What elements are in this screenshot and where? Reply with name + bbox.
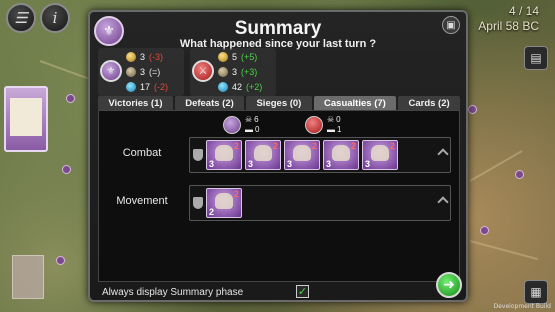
stat-stone: 3 (=) [126,65,160,79]
stone-icon [218,67,228,77]
minus-icon: ▬ [245,125,253,134]
casualties-panel: ☠ 6 ▬ 0 ☠ 0 ▬ 1 Combat 3 2 3 2 3 2 3 2 3… [98,110,460,282]
always-display-label: Always display Summary phase [102,286,244,298]
side-card[interactable] [4,86,48,152]
unit-card[interactable]: 2 2 [206,188,242,218]
skull-icon [332,145,350,161]
minus-icon: ▬ [327,125,335,134]
player-2-emblem-icon [305,116,323,134]
summary-tabs: Victories (1) Defeats (2) Sieges (0) Cas… [98,96,461,110]
tab-victories[interactable]: Victories (1) [98,96,173,110]
arrow-right-icon: ➜ [443,277,455,293]
journal-button[interactable]: ▤ [524,46,548,70]
combat-label: Combat [122,147,162,159]
skull-icon [371,145,389,161]
always-display-checkbox[interactable]: ✓ [296,285,309,298]
game-date: April 58 BC [478,19,539,33]
unit-card[interactable]: 3 2 [323,140,359,170]
map-city-marker[interactable] [468,105,477,114]
skull-icon [293,145,311,161]
info-icon: i [52,9,58,27]
stat-stone: 3 (+3) [218,65,257,79]
turn-counter: 4 / 14 [508,4,539,18]
tab-defeats[interactable]: Defeats (2) [174,96,245,110]
development-build-button[interactable]: ▦ [524,280,548,304]
unit-figure-icon [215,193,233,209]
tab-cards[interactable]: Cards (2) [398,96,461,110]
stat-gold: 5 (+5) [218,50,257,64]
skull-icon: ☠ [327,115,335,124]
map-city-marker[interactable] [480,226,489,235]
development-build-label: Development Build [493,303,551,310]
side-card-thumbnail[interactable] [12,255,44,299]
stat-blue: 17 (-2) [126,80,168,94]
unit-card[interactable]: 3 2 [362,140,398,170]
skull-icon [254,145,272,161]
shield-icon [193,149,203,161]
killed-count: 0 [336,115,341,124]
shield-icon [193,197,203,209]
stat-blue: 42 (+2) [218,80,262,94]
map-city-marker[interactable] [515,170,524,179]
lost-count: 0 [255,125,260,134]
skull-icon: ☠ [245,115,253,124]
journal-icon: ▤ [530,51,542,65]
lost-count: 1 [337,125,342,134]
gold-wreath-icon [126,52,136,62]
player-2-casualties-header: ☠ 0 ▬ 1 [305,115,341,135]
build-icon: ▦ [530,285,542,299]
player-2-emblem-icon: ⚔ [192,60,214,82]
movement-label: Movement [116,195,168,207]
menu-button[interactable]: ☰ [6,3,36,33]
map-city-marker[interactable] [62,165,71,174]
menu-icon: ☰ [14,9,28,27]
blue-resource-icon [218,82,228,92]
combat-row: 3 2 3 2 3 2 3 2 3 2 [189,137,451,173]
player-1-emblem-icon [223,116,241,134]
unit-card[interactable]: 3 2 [284,140,320,170]
player-stats-2: ⚔ 5 (+5) 3 (+3) 42 (+2) [190,48,276,96]
movement-row: 2 2 [189,185,451,221]
tab-casualties[interactable]: Casualties (7) [313,96,397,110]
collapse-icon[interactable] [437,148,449,160]
killed-count: 6 [254,115,259,124]
unit-card[interactable]: 3 2 [206,140,242,170]
next-button[interactable]: ➜ [436,272,462,298]
tab-sieges[interactable]: Sieges (0) [246,96,312,110]
collapse-icon[interactable] [437,196,449,208]
stone-icon [126,67,136,77]
turn-info: 4 / 14 April 58 BC [478,4,539,34]
blue-resource-icon [126,82,136,92]
dialog-title: Summary [234,18,322,39]
unit-card[interactable]: 3 2 [245,140,281,170]
stat-gold: 3 (-3) [126,50,163,64]
summary-dialog: ⚜ ▣ Summary What happened since your las… [88,10,468,302]
always-display-setting: Always display Summary phase ✓ [98,284,328,300]
map-city-marker[interactable] [56,256,65,265]
info-button[interactable]: i [40,3,70,33]
player-1-emblem-icon: ⚜ [100,60,122,82]
player-1-casualties-header: ☠ 6 ▬ 0 [223,115,259,135]
check-icon: ✓ [297,285,308,298]
map-city-marker[interactable] [66,94,75,103]
skull-icon [215,145,233,161]
player-stats-1: ⚜ 3 (-3) 3 (=) 17 (-2) [98,48,184,96]
gold-wreath-icon [218,52,228,62]
